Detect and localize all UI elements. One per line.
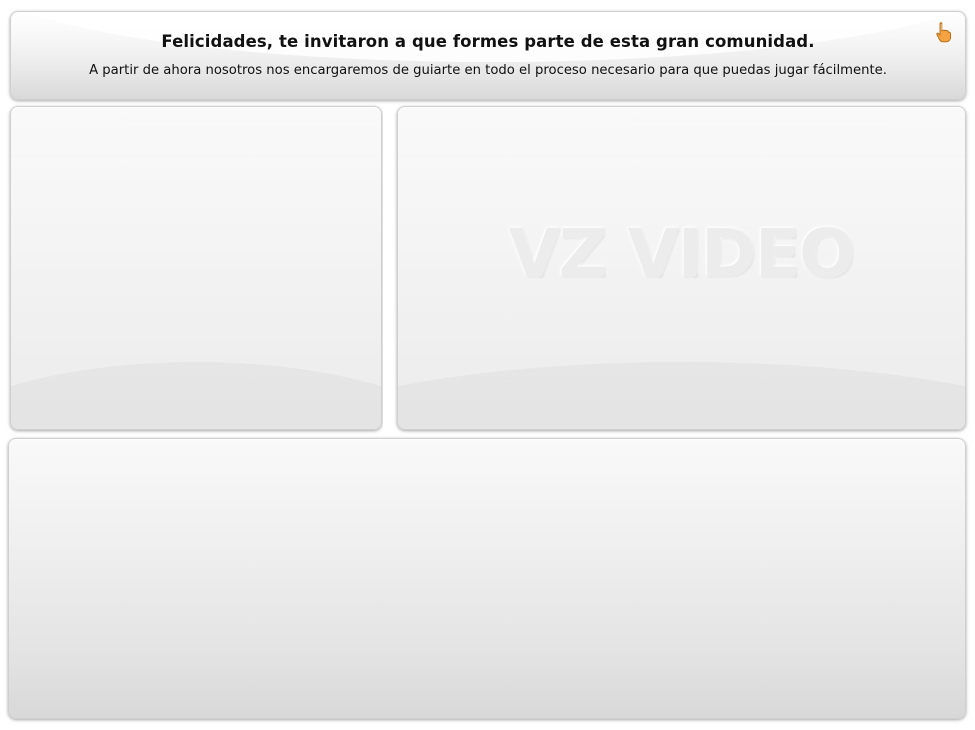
welcome-subtitle: A partir de ahora nosotros nos encargare… — [89, 63, 887, 78]
header-banner: Felicidades, te invitaron a que formes p… — [10, 11, 966, 100]
welcome-title: Felicidades, te invitaron a que formes p… — [161, 32, 815, 51]
panel-gloss — [398, 107, 965, 177]
pointing-hand-icon[interactable] — [935, 21, 955, 43]
video-watermark: VZ VIDEO — [508, 215, 856, 292]
panel-arc — [398, 362, 965, 429]
left-panel — [10, 106, 382, 430]
video-panel[interactable]: VZ VIDEO — [397, 106, 966, 430]
panel-gloss — [11, 107, 381, 177]
bottom-content-panel — [8, 438, 966, 719]
panel-divider — [383, 104, 396, 434]
panel-arc — [11, 362, 381, 429]
